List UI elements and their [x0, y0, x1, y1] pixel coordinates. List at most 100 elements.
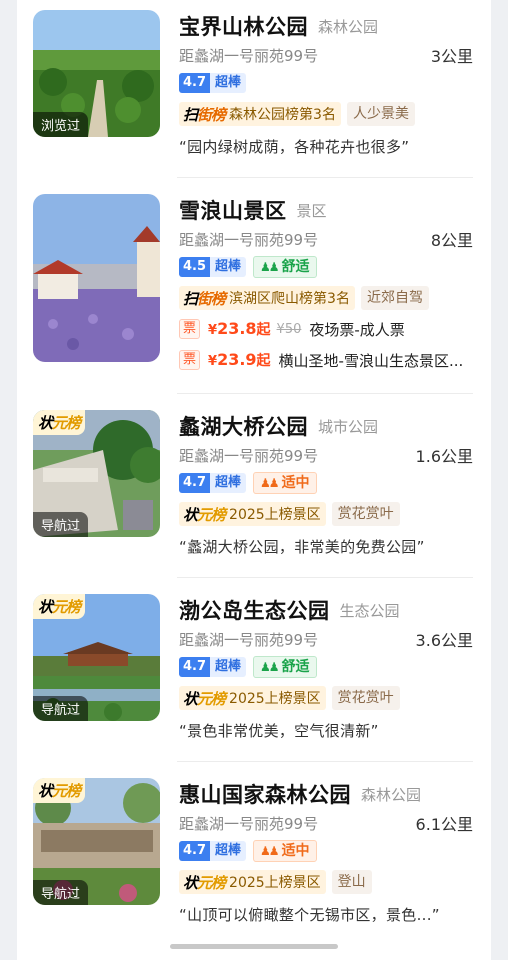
- rating-word: 超棒: [210, 841, 247, 861]
- ticket-price: ¥23.9起: [208, 350, 271, 370]
- zhuangyuanbang-logo: 状元榜: [179, 872, 229, 893]
- ranking-badge[interactable]: 扫街榜 森林公园榜第3名: [179, 102, 341, 126]
- origin-label: 距蠡湖一号丽苑99号: [179, 230, 319, 249]
- poi-thumbnail[interactable]: 浏览过: [33, 10, 160, 137]
- crowd-level-tag: ♟♟ 舒适: [253, 256, 317, 278]
- origin-label: 距蠡湖一号丽苑99号: [179, 630, 319, 649]
- ticket-badge: 票: [179, 319, 201, 339]
- distance: 8公里: [430, 231, 473, 250]
- viewed-badge: 浏览过: [33, 112, 89, 137]
- poi-card[interactable]: 状元榜 导航过 渤公岛生态公园 生态公园 距蠡湖一号丽苑99号 3.6公里 4.…: [33, 584, 473, 762]
- crowd-level-tag: ♟♟ 适中: [253, 840, 317, 862]
- rank-logo-b: 元榜: [197, 505, 226, 524]
- rating-score: 4.5: [179, 257, 211, 277]
- divider: [177, 761, 473, 762]
- poi-type: 生态公园: [339, 601, 400, 620]
- rank-logo-b: 元榜: [197, 689, 226, 708]
- poi-type: 城市公园: [318, 417, 379, 436]
- price-suffix: 起: [256, 353, 271, 369]
- rating-word: 超棒: [210, 473, 247, 493]
- rating-score: 4.7: [179, 657, 211, 677]
- poi-card[interactable]: 浏览过 宝界山林公园 森林公园 距蠡湖一号丽苑99号 3公里 4.7 超棒 扫街…: [33, 0, 473, 178]
- poi-title[interactable]: 雪浪山景区: [179, 195, 287, 225]
- rank-logo-b: 街榜: [197, 105, 226, 124]
- review-quote: “园内绿树成荫，各种花卉也很多”: [179, 138, 410, 156]
- feature-tag: 赏花赏叶: [331, 686, 400, 710]
- origin-label: 距蠡湖一号丽苑99号: [179, 814, 319, 833]
- feature-tag: 登山: [331, 870, 372, 894]
- poi-thumbnail[interactable]: 状元榜 导航过: [33, 778, 160, 905]
- ranking-text: 森林公园榜第3名: [229, 107, 336, 123]
- ranking-badge[interactable]: 扫街榜 滨湖区爬山榜第3名: [179, 286, 355, 310]
- poi-type: 森林公园: [318, 17, 379, 36]
- zhuangyuanbang-badge: 状元榜: [33, 778, 86, 803]
- feature-tag: 近郊自驾: [360, 286, 429, 310]
- ranking-badge[interactable]: 状元榜 2025上榜景区: [179, 686, 326, 710]
- distance: 6.1公里: [415, 815, 473, 834]
- poi-thumbnail[interactable]: 状元榜 导航过: [33, 410, 160, 537]
- ticket-name: 夜场票-成人票: [309, 320, 405, 339]
- poi-title[interactable]: 蠡湖大桥公园: [179, 411, 308, 441]
- rating-score: 4.7: [179, 841, 211, 861]
- poi-type: 景区: [296, 201, 327, 220]
- rating-word: 超棒: [210, 73, 247, 93]
- rank-logo-a: 扫: [183, 105, 198, 124]
- poi-title[interactable]: 宝界山林公园: [179, 11, 308, 41]
- poi-title[interactable]: 渤公岛生态公园: [179, 595, 330, 625]
- poi-card[interactable]: 雪浪山景区 景区 距蠡湖一号丽苑99号 8公里 4.5 超棒 ♟♟ 舒适 扫街榜…: [33, 184, 473, 394]
- thumb-rank-b: 元榜: [52, 782, 81, 800]
- poi-type: 森林公园: [361, 785, 422, 804]
- navigated-badge: 导航过: [33, 880, 89, 905]
- ranking-badge[interactable]: 状元榜 2025上榜景区: [179, 502, 326, 526]
- ranking-badge[interactable]: 状元榜 2025上榜景区: [179, 870, 326, 894]
- poi-card[interactable]: 状元榜 导航过 蠡湖大桥公园 城市公园 距蠡湖一号丽苑99号 1.6公里 4.7…: [33, 400, 473, 578]
- ticket-item[interactable]: 票 ¥23.8起 ¥50 夜场票-成人票: [179, 317, 473, 341]
- review-quote: “山顶可以俯瞰整个无锡市区，景色...”: [179, 906, 440, 924]
- rating-score: 4.7: [179, 473, 211, 493]
- feature-tag: 人少景美: [346, 102, 415, 126]
- saojiebang-logo: 扫街榜: [179, 288, 229, 309]
- price-value: 23.9: [217, 350, 257, 369]
- divider: [177, 177, 473, 178]
- thumb-rank-a: 状: [38, 782, 53, 800]
- ticket-badge: 票: [179, 350, 201, 370]
- ticket-price: ¥23.8起: [208, 319, 271, 339]
- origin-label: 距蠡湖一号丽苑99号: [179, 46, 319, 65]
- review-quote: “蠡湖大桥公园，非常美的免费公园”: [179, 538, 425, 556]
- rating-score: 4.7: [179, 73, 211, 93]
- poi-thumbnail[interactable]: [33, 194, 160, 362]
- people-icon: ♟♟: [260, 260, 279, 274]
- thumb-rank-a: 状: [38, 414, 53, 432]
- lavender-house-photo: [33, 194, 160, 362]
- ranking-text: 2025上榜景区: [229, 691, 321, 707]
- thumb-rank-b: 元榜: [52, 414, 81, 432]
- navigated-badge: 导航过: [33, 512, 89, 537]
- home-indicator[interactable]: [170, 944, 338, 949]
- rank-logo-b: 街榜: [197, 289, 226, 308]
- zhuangyuanbang-badge: 状元榜: [33, 594, 86, 619]
- crowd-level-tag: ♟♟ 适中: [253, 472, 317, 494]
- currency: ¥: [208, 354, 218, 369]
- feature-tag: 赏花赏叶: [331, 502, 400, 526]
- poi-list[interactable]: 浏览过 宝界山林公园 森林公园 距蠡湖一号丽苑99号 3公里 4.7 超棒 扫街…: [17, 0, 491, 960]
- crowd-level-text: 舒适: [281, 259, 310, 275]
- ranking-text: 2025上榜景区: [229, 507, 321, 523]
- saojiebang-logo: 扫街榜: [179, 104, 229, 125]
- people-icon: ♟♟: [260, 476, 279, 490]
- ticket-item[interactable]: 票 ¥23.9起 横山圣地-雪浪山生态景区...: [179, 348, 473, 372]
- crowd-level-tag: ♟♟ 舒适: [253, 656, 317, 678]
- origin-label: 距蠡湖一号丽苑99号: [179, 446, 319, 465]
- review-quote: “景色非常优美，空气很清新”: [179, 722, 379, 740]
- rank-logo-a: 状: [183, 505, 198, 524]
- ticket-name: 横山圣地-雪浪山生态景区...: [278, 351, 464, 370]
- rating-word: 超棒: [210, 657, 247, 677]
- poi-thumbnail[interactable]: 状元榜 导航过: [33, 594, 160, 721]
- price-value: 23.8: [217, 319, 257, 338]
- zhuangyuanbang-logo: 状元榜: [179, 504, 229, 525]
- poi-title[interactable]: 惠山国家森林公园: [179, 779, 351, 809]
- poi-card[interactable]: 状元榜 导航过 惠山国家森林公园 森林公园 距蠡湖一号丽苑99号 6.1公里 4…: [33, 768, 473, 946]
- crowd-level-text: 适中: [281, 843, 310, 859]
- rating-word: 超棒: [210, 257, 247, 277]
- ranking-text: 滨湖区爬山榜第3名: [229, 291, 350, 307]
- rank-logo-a: 状: [183, 873, 198, 892]
